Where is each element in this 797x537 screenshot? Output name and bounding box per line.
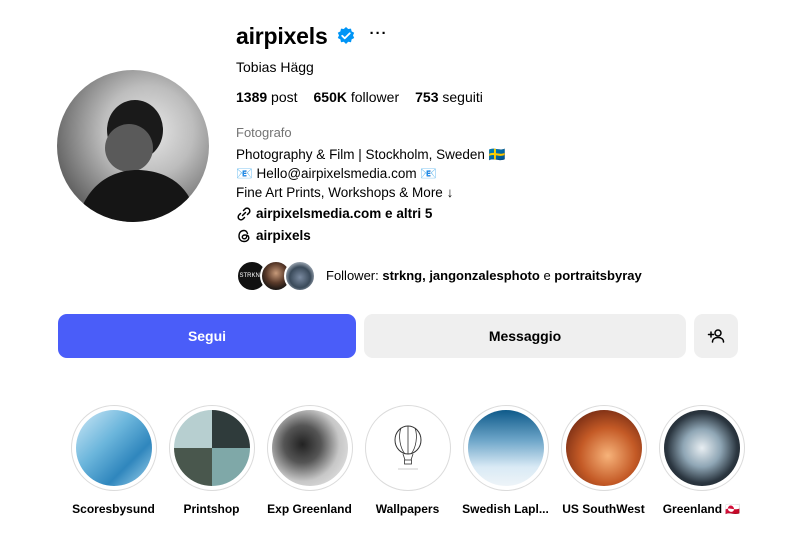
highlight-cover — [173, 410, 250, 486]
highlight-label: Wallpapers — [375, 502, 440, 516]
highlight-cover — [565, 410, 642, 486]
add-user-icon — [707, 329, 725, 343]
highlight-cover — [467, 410, 544, 486]
highlight-item[interactable]: US SouthWest — [560, 405, 647, 516]
highlight-label: Greenland 🇬🇱 — [662, 502, 741, 516]
following-label: seguiti — [442, 89, 483, 105]
follow-button[interactable]: Segui — [58, 314, 356, 358]
threads-link[interactable]: airpixels — [236, 226, 776, 246]
highlight-ring — [462, 405, 549, 491]
followers-stat[interactable]: 650K follower — [314, 88, 400, 106]
external-link[interactable]: airpixelsmedia.com e altri 5 — [236, 204, 776, 224]
message-button[interactable]: Messaggio — [364, 314, 686, 358]
highlight-cover — [75, 410, 152, 486]
highlight-item[interactable]: Exp Greenland — [266, 405, 353, 516]
highlight-ring — [364, 405, 451, 491]
follower-avatar — [284, 260, 316, 292]
full-name: Tobias Hägg — [236, 59, 314, 75]
followed-by-names: strkng, jangonzalesphoto — [382, 268, 540, 283]
bio-line-3: Fine Art Prints, Workshops & More ↓ — [236, 185, 454, 200]
highlight-ring — [560, 405, 647, 491]
avatar-photo — [77, 100, 197, 222]
highlight-ring — [266, 405, 353, 491]
posts-stat: 1389 post — [236, 88, 298, 106]
highlight-item[interactable]: Wallpapers — [364, 405, 451, 516]
posts-label: post — [271, 89, 298, 105]
link-icon — [237, 207, 251, 221]
highlight-label: Exp Greenland — [267, 502, 352, 516]
following-count: 753 — [415, 89, 439, 105]
highlight-ring — [70, 405, 157, 491]
profile-category: Fotografo — [236, 125, 292, 140]
profile-avatar[interactable] — [57, 70, 209, 222]
followed-by-prefix: Follower: — [326, 268, 383, 283]
profile-stats: 1389 post 650K follower 753 seguiti — [236, 88, 776, 106]
highlight-label: Scoresbysund — [72, 502, 155, 516]
link-text: airpixelsmedia.com e altri 5 — [256, 206, 433, 221]
profile-info: airpixels ··· Tobias Hägg 1389 post 650K… — [236, 18, 776, 294]
followers-label: follower — [350, 89, 400, 105]
bio-line-2: 📧 Hello@airpixelsmedia.com 📧 — [236, 166, 438, 181]
highlight-label: US SouthWest — [562, 502, 645, 516]
posts-count: 1389 — [236, 89, 268, 105]
profile-header-row: airpixels ··· — [236, 18, 776, 54]
followed-by-last: portraitsbyray — [554, 268, 642, 283]
hot-air-balloon-icon — [394, 425, 421, 470]
following-stat[interactable]: 753 seguiti — [415, 88, 483, 106]
highlight-item[interactable]: Swedish Lapl... — [462, 405, 549, 516]
follower-avatars: STRKNG — [236, 260, 316, 292]
suggest-users-button[interactable] — [694, 314, 738, 358]
highlight-cover — [663, 410, 740, 486]
followers-count: 650K — [313, 89, 347, 105]
highlight-item[interactable]: Scoresbysund — [70, 405, 157, 516]
more-options-icon[interactable]: ··· — [370, 25, 388, 42]
highlight-ring — [658, 405, 745, 491]
threads-handle: airpixels — [256, 228, 311, 243]
highlight-item[interactable]: Printshop — [168, 405, 255, 516]
threads-icon — [238, 229, 250, 243]
highlight-cover — [369, 410, 446, 486]
verified-badge-icon — [336, 26, 356, 46]
highlight-ring — [168, 405, 255, 491]
followed-by-text: Follower: strkng, jangonzalesphoto e por… — [326, 267, 642, 285]
highlight-item[interactable]: Greenland 🇬🇱 — [658, 405, 745, 516]
bio-line-1: Photography & Film | Stockholm, Sweden 🇸… — [236, 147, 506, 162]
followed-by-connector: e — [539, 268, 555, 283]
highlight-label: Swedish Lapl... — [462, 502, 549, 516]
username: airpixels — [236, 22, 328, 49]
followed-by-row[interactable]: STRKNG Follower: strkng, jangonzalesphot… — [236, 258, 776, 294]
highlight-cover — [271, 410, 348, 486]
story-highlights: Scoresbysund Printshop Exp Greenland Wal… — [70, 405, 745, 516]
highlight-label: Printshop — [183, 502, 240, 516]
